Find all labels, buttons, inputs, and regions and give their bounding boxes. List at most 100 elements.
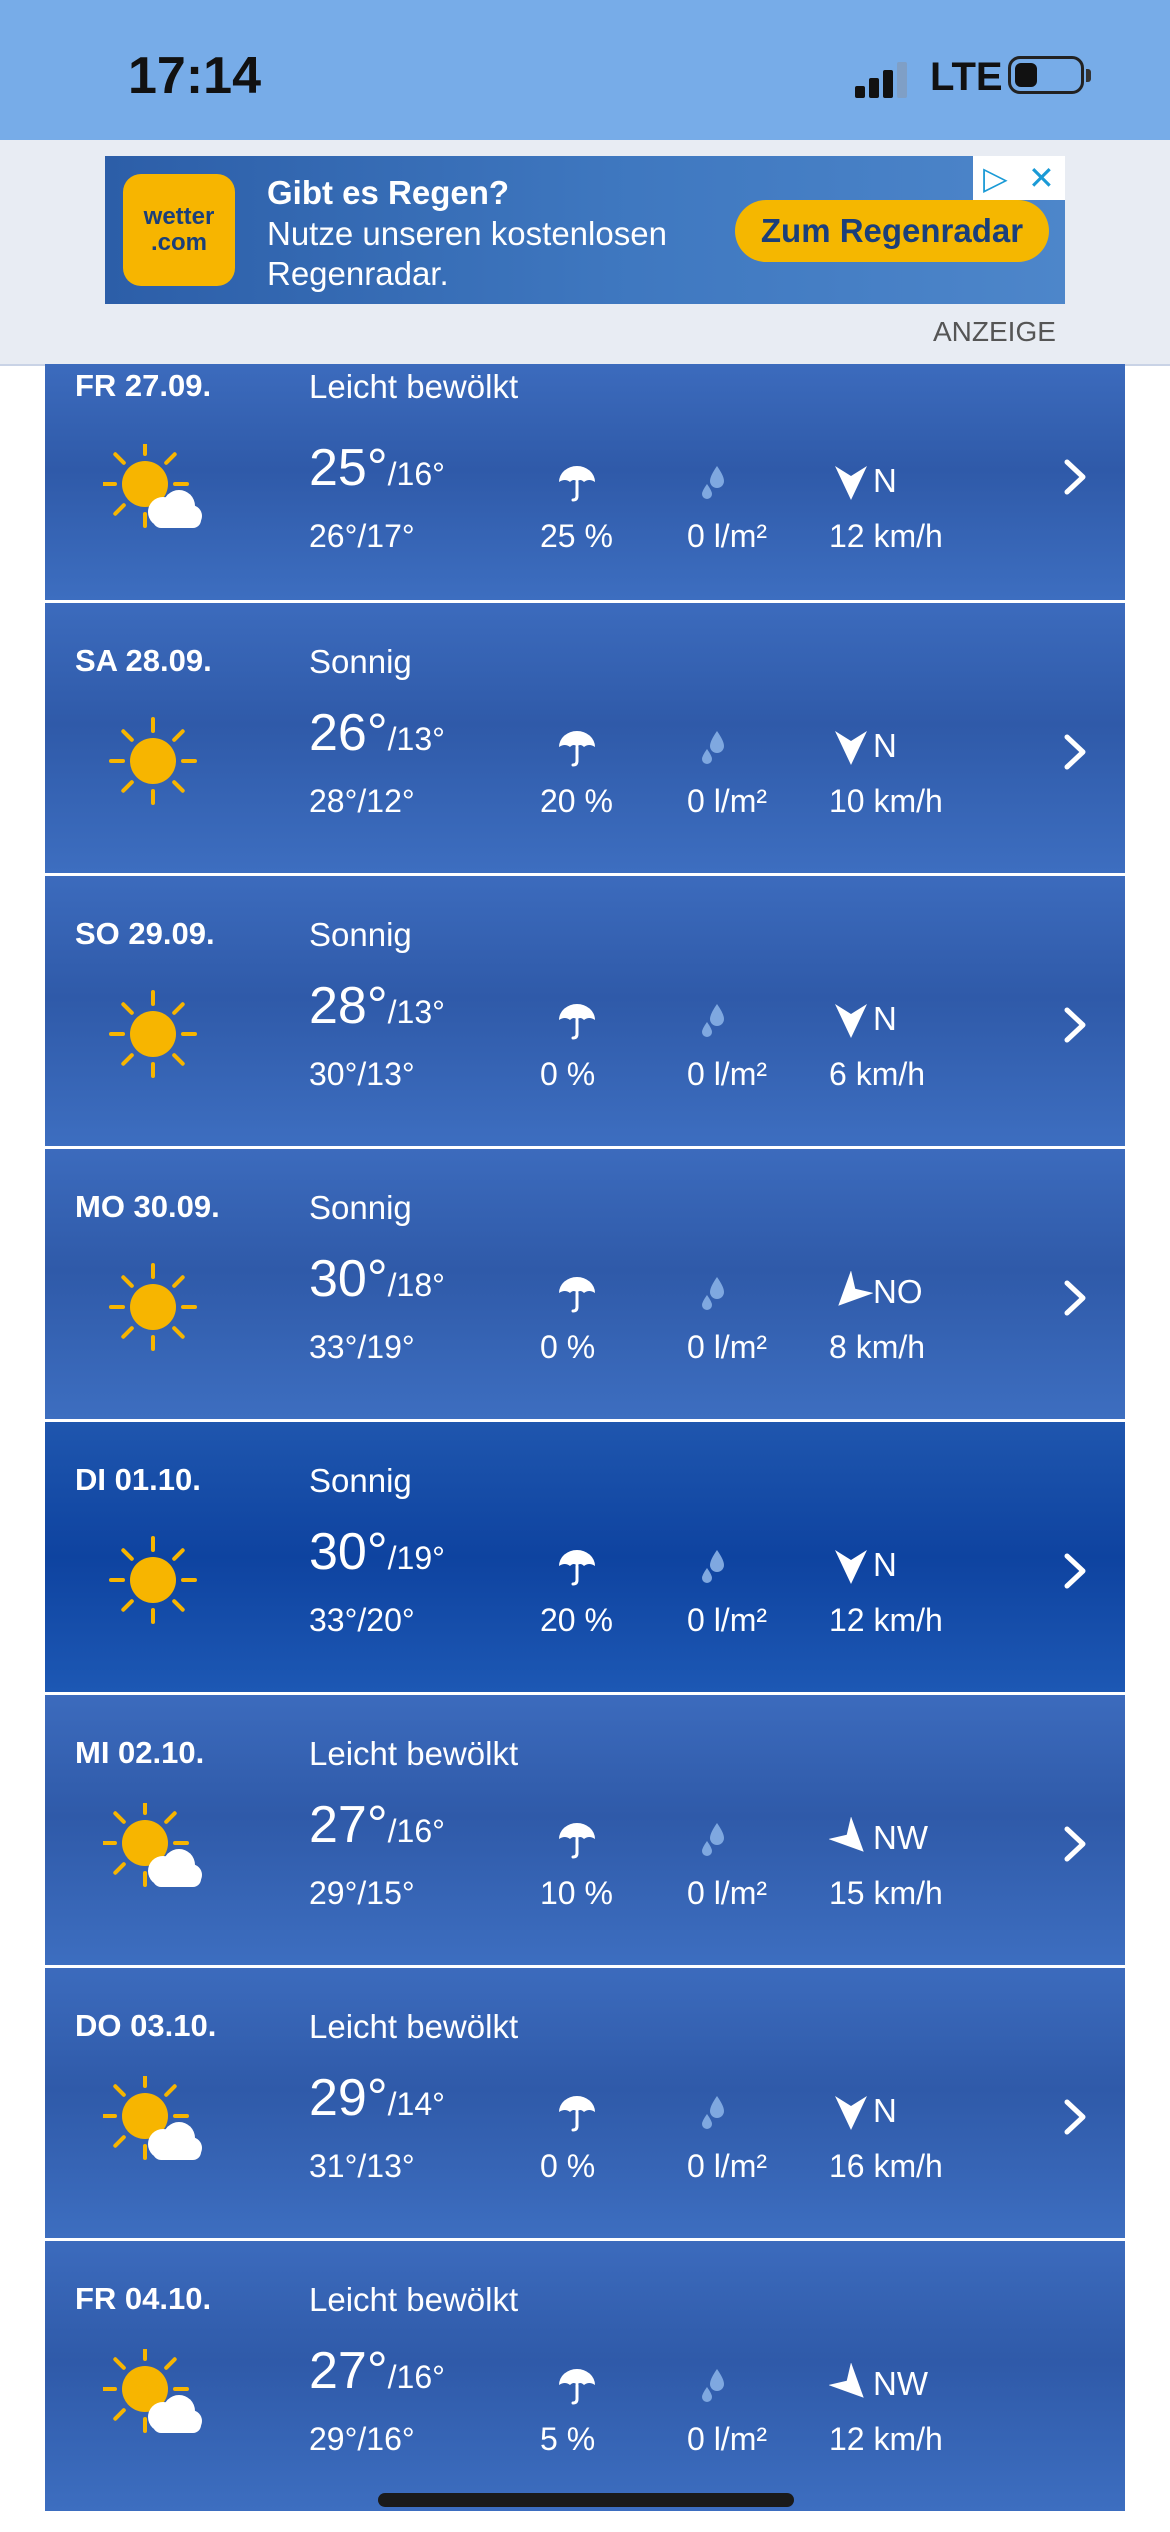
wind-speed: 12 km/h xyxy=(829,518,943,554)
chevron-right-icon[interactable] xyxy=(1055,1546,1095,1596)
ad-area: wetter .com Gibt es Regen? Nutze unseren… xyxy=(0,140,1170,366)
forecast-list: FR 27.09. Leicht bewölkt 25°/16° 26°/17°… xyxy=(45,364,1125,2514)
wind-direction: N xyxy=(873,1546,897,1583)
chevron-right-icon[interactable] xyxy=(1055,1273,1095,1323)
raindrop-icon xyxy=(695,1000,731,1040)
home-indicator[interactable] xyxy=(378,2493,794,2507)
umbrella-icon xyxy=(555,2090,599,2134)
forecast-detail-icons: N xyxy=(45,725,1125,775)
forecast-detail-icons: N xyxy=(45,1544,1125,1594)
chevron-right-icon[interactable] xyxy=(1055,727,1095,777)
chevron-right-icon[interactable] xyxy=(1055,452,1095,502)
forecast-detail-icons: NW xyxy=(45,2362,1125,2413)
status-time: 17:14 xyxy=(128,47,261,105)
wind-direction-icon xyxy=(829,460,873,504)
wind-direction-icon xyxy=(829,1544,873,1588)
raindrop-icon xyxy=(695,1546,731,1586)
battery-icon xyxy=(1008,56,1091,94)
wind-speed: 15 km/h xyxy=(829,1875,943,1911)
ad-banner[interactable]: wetter .com Gibt es Regen? Nutze unseren… xyxy=(105,156,1065,304)
status-bar: 17:14 LTE xyxy=(0,0,1170,140)
close-icon[interactable]: ✕ xyxy=(1028,159,1055,197)
feels-like-temps: 31°/13° xyxy=(309,2148,415,2184)
forecast-detail-icons: N xyxy=(45,460,1125,510)
forecast-date: MI 02.10. xyxy=(75,1735,205,1770)
wind-speed: 12 km/h xyxy=(829,2421,943,2457)
forecast-date: FR 04.10. xyxy=(75,2281,212,2316)
feels-like-temps: 28°/12° xyxy=(309,783,415,819)
forecast-date: FR 27.09. xyxy=(75,368,212,403)
forecast-detail-icons: N xyxy=(45,2090,1125,2140)
forecast-condition: Sonnig xyxy=(309,643,412,680)
ad-choices-icon[interactable]: ▷ xyxy=(983,159,1008,197)
umbrella-icon xyxy=(555,2363,599,2407)
precip-amount: 0 l/m² xyxy=(687,2421,767,2457)
umbrella-icon xyxy=(555,1271,599,1315)
forecast-day-row[interactable]: MI 02.10. Leicht bewölkt 27°/16° 29°/15°… xyxy=(45,1695,1125,1965)
ad-text: Nutze unseren kostenlosen Regenradar. xyxy=(267,215,667,292)
forecast-condition: Sonnig xyxy=(309,1189,412,1226)
forecast-condition: Leicht bewölkt xyxy=(309,1735,519,1772)
raindrop-icon xyxy=(695,2092,731,2132)
ad-logo: wetter .com xyxy=(123,174,235,286)
chevron-right-icon[interactable] xyxy=(1055,1819,1095,1869)
feels-like-temps: 33°/20° xyxy=(309,1602,415,1638)
feels-like-temps: 29°/15° xyxy=(309,1875,415,1911)
umbrella-icon xyxy=(555,1817,599,1861)
forecast-day-row[interactable]: SA 28.09. Sonnig 26°/13° 28°/12° N 20 % … xyxy=(45,603,1125,873)
feels-like-temps: 30°/13° xyxy=(309,1056,415,1092)
wind-direction: N xyxy=(873,462,897,499)
forecast-date: SA 28.09. xyxy=(75,643,212,678)
wind-direction: N xyxy=(873,727,897,764)
forecast-condition: Sonnig xyxy=(309,1462,412,1499)
feels-like-temps: 29°/16° xyxy=(309,2421,415,2457)
ad-logo-line2: .com xyxy=(150,229,207,256)
forecast-detail-icons: NW xyxy=(45,1816,1125,1867)
ad-headline: Gibt es Regen? xyxy=(267,174,510,211)
precip-probability: 0 % xyxy=(540,1329,596,1365)
precip-amount: 0 l/m² xyxy=(687,2148,767,2184)
forecast-day-row[interactable]: FR 27.09. Leicht bewölkt 25°/16° 26°/17°… xyxy=(45,364,1125,600)
precip-amount: 0 l/m² xyxy=(687,1875,767,1911)
feels-like-temps: 26°/17° xyxy=(309,518,415,554)
feels-like-temps: 33°/19° xyxy=(309,1329,415,1365)
wind-speed: 16 km/h xyxy=(829,2148,943,2184)
forecast-condition: Sonnig xyxy=(309,916,412,953)
forecast-condition: Leicht bewölkt xyxy=(309,368,519,405)
forecast-detail-icons: N xyxy=(45,998,1125,1048)
chevron-right-icon[interactable] xyxy=(1055,2092,1095,2142)
wind-direction-icon xyxy=(828,1816,873,1861)
ad-logo-line1: wetter xyxy=(143,203,215,230)
forecast-day-row[interactable]: DI 01.10. Sonnig 30°/19° 33°/20° N 20 % … xyxy=(45,1422,1125,1692)
forecast-date: SO 29.09. xyxy=(75,916,215,951)
precip-amount: 0 l/m² xyxy=(687,1329,767,1365)
wind-direction: NO xyxy=(873,1273,923,1310)
wind-speed: 12 km/h xyxy=(829,1602,943,1638)
network-type: LTE xyxy=(930,55,1003,99)
wind-direction: N xyxy=(873,1000,897,1037)
forecast-condition: Leicht bewölkt xyxy=(309,2008,519,2045)
precip-probability: 25 % xyxy=(540,518,613,554)
ad-cta-button[interactable]: Zum Regenradar xyxy=(735,200,1049,262)
forecast-day-row[interactable]: DO 03.10. Leicht bewölkt 29°/14° 31°/13°… xyxy=(45,1968,1125,2238)
wind-speed: 6 km/h xyxy=(829,1056,926,1092)
forecast-condition: Leicht bewölkt xyxy=(309,2281,519,2318)
raindrop-icon xyxy=(695,1819,731,1859)
precip-probability: 10 % xyxy=(540,1875,613,1911)
wind-direction: NW xyxy=(873,2365,928,2402)
chevron-right-icon[interactable] xyxy=(1055,1000,1095,1050)
precip-amount: 0 l/m² xyxy=(687,1056,767,1092)
forecast-day-row[interactable]: FR 04.10. Leicht bewölkt 27°/16° 29°/16°… xyxy=(45,2241,1125,2511)
wind-direction-icon xyxy=(829,725,873,769)
ad-close-icon[interactable]: ▷ ✕ xyxy=(973,156,1065,200)
forecast-detail-icons: NO xyxy=(45,1270,1125,1321)
precip-probability: 0 % xyxy=(540,1056,596,1092)
precip-amount: 0 l/m² xyxy=(687,518,767,554)
forecast-date: DI 01.10. xyxy=(75,1462,201,1497)
forecast-day-row[interactable]: MO 30.09. Sonnig 30°/18° 33°/19° NO 0 % … xyxy=(45,1149,1125,1419)
wind-direction: NW xyxy=(873,1819,928,1856)
wind-direction-icon xyxy=(829,1270,874,1315)
forecast-day-row[interactable]: SO 29.09. Sonnig 28°/13° 30°/13° N 0 % 0… xyxy=(45,876,1125,1146)
raindrop-icon xyxy=(695,1273,731,1313)
wind-speed: 8 km/h xyxy=(829,1329,926,1365)
